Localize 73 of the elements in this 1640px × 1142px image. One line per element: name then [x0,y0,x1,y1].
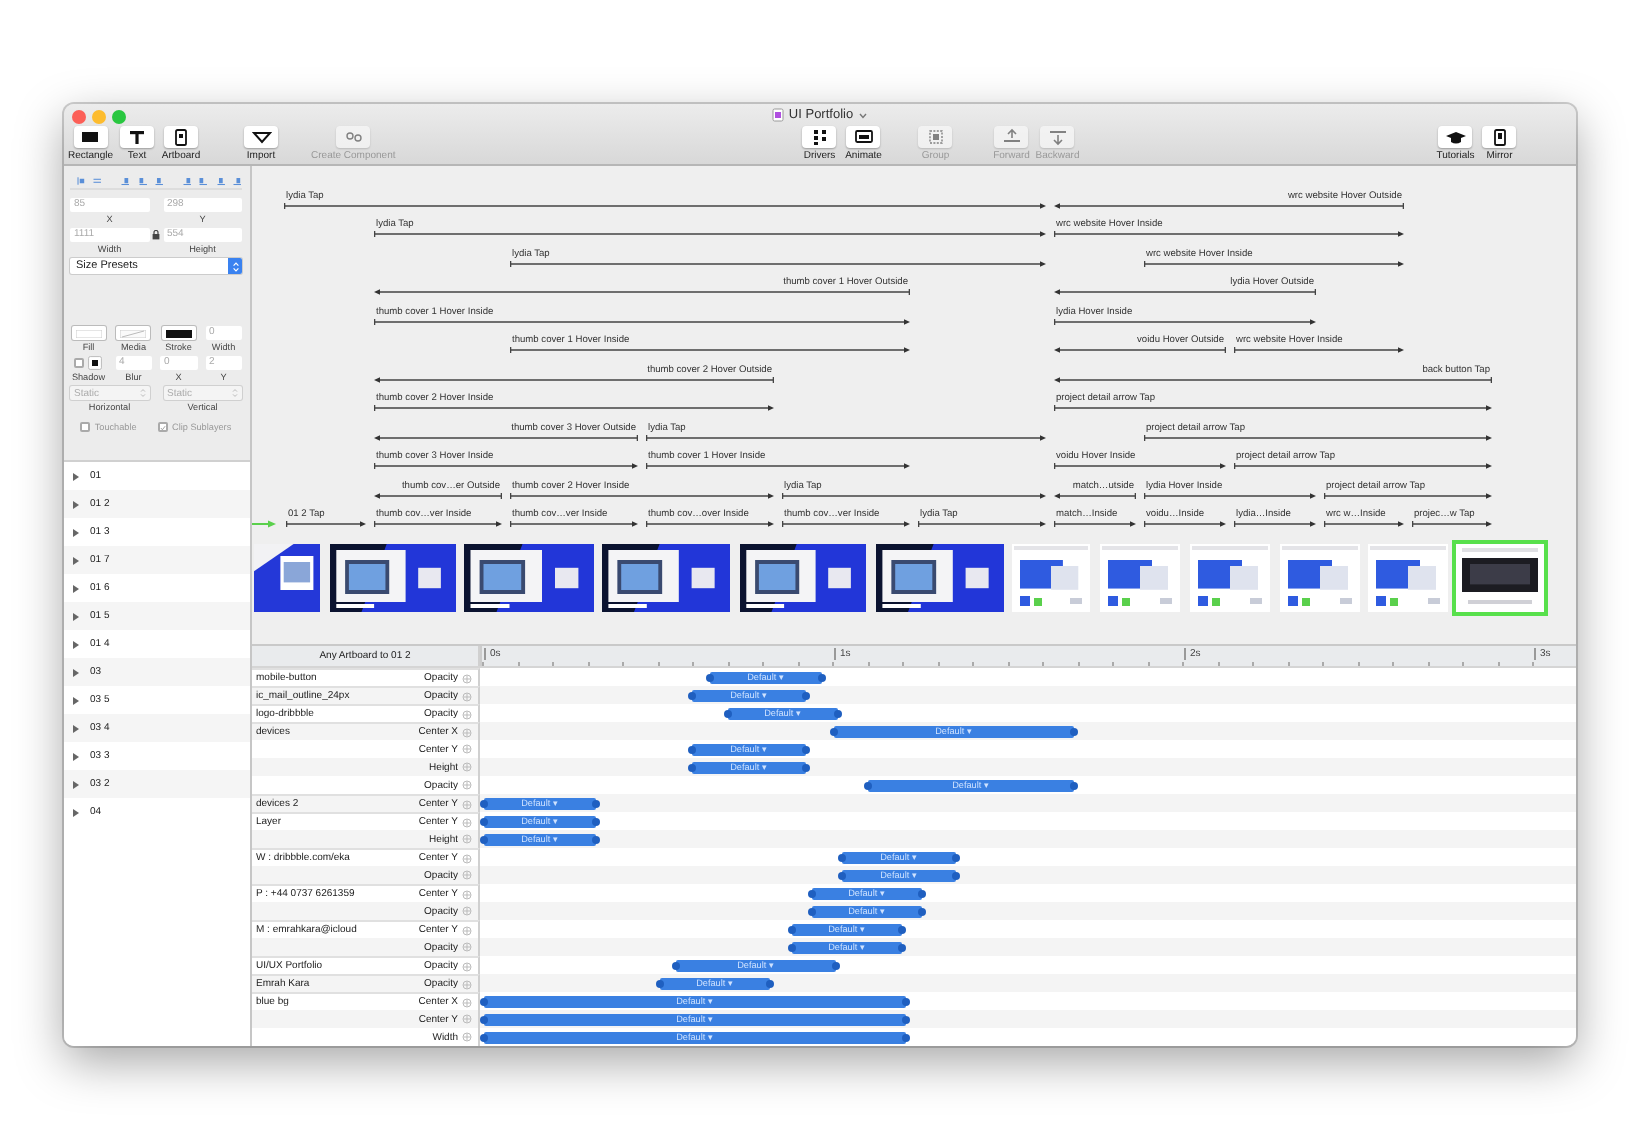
animate-icon [849,128,878,146]
stroke-swatch[interactable] [161,326,196,340]
align-icon[interactable] [153,173,165,187]
align-icon[interactable] [231,173,242,187]
add-keyframe-icon[interactable] [462,780,472,790]
disclosure-triangle-icon[interactable] [72,555,80,565]
add-keyframe-icon[interactable] [462,906,472,916]
import-icon [247,128,276,146]
connection-arrow [1054,491,1136,499]
add-keyframe-icon[interactable] [462,979,472,989]
disclosure-triangle-icon[interactable] [72,723,80,733]
align-icon[interactable] [198,173,209,187]
media-swatch[interactable] [116,326,151,340]
disclosure-triangle-icon[interactable] [72,611,80,621]
disclosure-triangle-icon[interactable] [72,751,80,761]
align-icon[interactable] [137,173,148,187]
add-keyframe-icon[interactable] [462,691,472,701]
add-keyframe-icon[interactable] [462,762,472,772]
add-keyframe-icon[interactable] [462,817,472,827]
document-icon [772,108,785,122]
align-icon[interactable] [215,173,226,187]
connection-arrow [510,519,638,528]
disclosure-triangle-icon[interactable] [72,779,80,789]
disclosure-triangle-icon[interactable] [72,583,80,593]
fill-swatch[interactable] [71,326,106,340]
add-keyframe-icon[interactable] [462,709,472,719]
connection-arrow [918,519,1046,528]
updown-arrows-icon [231,261,239,271]
connection-arrow [1234,519,1316,528]
add-keyframe-icon[interactable] [462,1014,472,1024]
add-keyframe-icon[interactable] [462,997,472,1007]
connection-arrow [1144,519,1226,528]
add-keyframe-icon[interactable] [462,744,472,754]
add-keyframe-icon[interactable] [462,834,472,844]
disclosure-triangle-icon[interactable] [72,471,80,481]
add-keyframe-icon[interactable] [462,889,472,899]
add-keyframe-icon[interactable] [462,799,472,809]
connection-arrow [374,519,502,528]
disclosure-triangle-icon[interactable] [72,527,80,537]
connection-arrow [286,519,366,528]
close-button[interactable] [72,110,86,124]
minimize-button[interactable] [92,110,106,124]
add-keyframe-icon[interactable] [462,727,472,737]
checkmark-icon [160,423,166,431]
add-keyframe-icon[interactable] [462,942,472,952]
align-icon[interactable] [76,173,87,187]
add-keyframe-icon[interactable] [462,961,472,971]
disclosure-triangle-icon[interactable] [72,807,80,817]
color-swatch[interactable] [88,356,103,370]
align-icon[interactable] [120,173,132,187]
start-arrow-icon [252,520,276,528]
disclosure-triangle-icon[interactable] [72,639,80,649]
connection-arrow [1054,519,1136,528]
connection-arrow [374,491,502,499]
add-keyframe-icon[interactable] [462,1032,472,1042]
connection-arrow [1324,519,1404,528]
align-icon[interactable] [182,173,193,187]
checkbox[interactable] [74,358,85,368]
connection-arrow [1412,519,1492,528]
add-keyframe-icon[interactable] [462,925,472,935]
zoom-button[interactable] [112,110,126,124]
align-icon[interactable] [92,173,103,187]
add-keyframe-icon[interactable] [462,853,472,863]
connection-arrow [782,519,910,528]
disclosure-triangle-icon[interactable] [72,695,80,705]
disclosure-triangle-icon[interactable] [72,667,80,677]
lock-icon[interactable] [152,230,160,240]
disclosure-triangle-icon[interactable] [72,499,80,509]
graduation-cap-icon [1441,128,1470,146]
connection-arrow [646,519,774,528]
add-keyframe-icon[interactable] [462,870,472,880]
add-keyframe-icon[interactable] [462,673,472,683]
chevron-icon[interactable] [857,111,868,119]
